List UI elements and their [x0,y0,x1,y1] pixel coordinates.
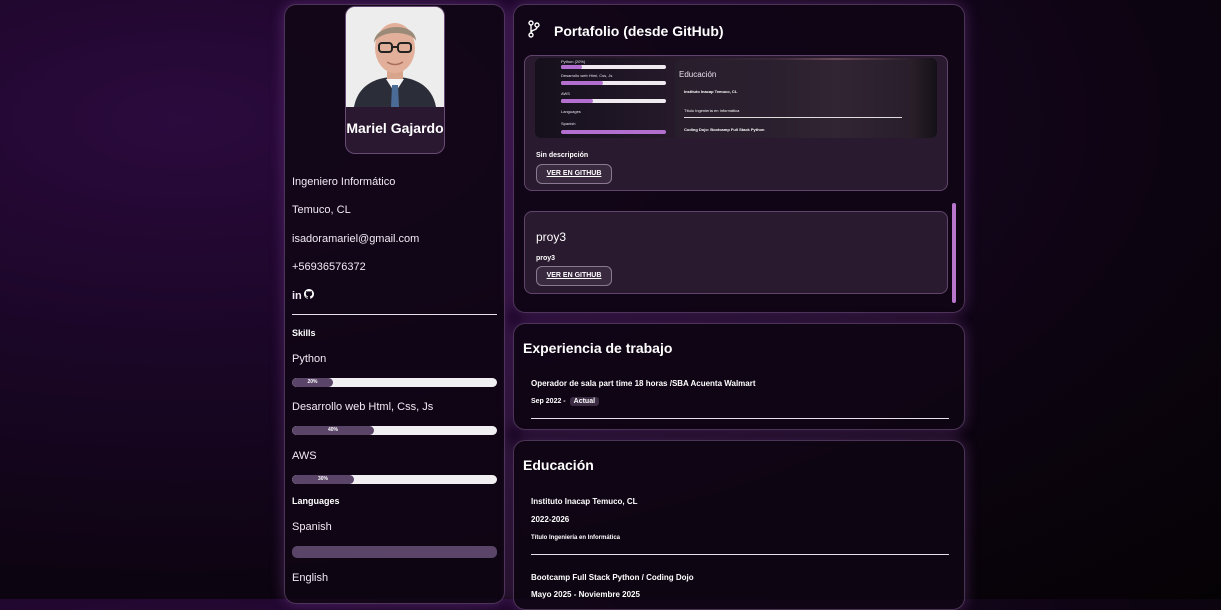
experience-period: Sep 2022 - Actual [531,397,600,406]
portfolio-section: Portafolio (desde GitHub) Python (20%) D… [513,4,965,313]
languages-label: Languages [292,496,340,506]
experience-title: Experiencia de trabajo [523,340,673,356]
profile-card: Mariel Gajardo [345,6,445,154]
language-name: Spanish [292,521,332,533]
profile-sidebar: Mariel Gajardo Ingeniero Informático Tem… [284,4,505,604]
github-icon[interactable] [303,289,314,302]
skill-bar: 20% [292,378,497,387]
preview-edu-item: Instituto Inacap Temuco, CL [684,89,738,94]
education-institution: Instituto Inacap Temuco, CL [531,497,638,506]
portfolio-scrollbar[interactable] [952,203,956,303]
experience-period-text: Sep 2022 - [531,398,566,405]
linkedin-icon[interactable]: in [292,290,302,302]
experience-role: Operador de sala part time 18 horas /SBA… [531,379,756,388]
language-bar [292,546,497,558]
skill-percent: 20% [307,379,318,385]
preview-skill: Python (20%) [561,59,586,64]
skill-percent: 40% [327,427,338,433]
preview-edu-title: Educación [679,70,717,79]
project-description: proy3 [536,255,556,262]
education-institution: Bootcamp Full Stack Python / Coding Dojo [531,573,694,582]
experience-section: Experiencia de trabajo Operador de sala … [513,323,965,430]
view-on-github-button[interactable]: VER EN GITHUB [536,164,612,184]
preview-language: Spanish [561,121,576,126]
project-description: Sin descripción [536,152,589,159]
education-section: Educación Instituto Inacap Temuco, CL 20… [513,440,965,610]
preview-education-card: Educación Instituto Inacap Temuco, CL Tí… [675,60,910,138]
view-on-github-button[interactable]: VER EN GITHUB [536,266,612,286]
education-title: Educación [523,457,594,473]
git-branch-icon [528,20,540,43]
skills-label: Skills [292,328,316,338]
profile-name: Mariel Gajardo [346,120,444,136]
preview-bar [561,99,666,103]
preview-edu-degree: Título Ingeniería en Informática [684,108,740,113]
skill-percent: 30% [317,476,328,482]
skill-name: Desarrollo web Html, Css, Js [292,401,434,413]
profile-phone[interactable]: +56936576372 [292,261,366,273]
project-card: Python (20%) Desarrollo web Html, Css, J… [524,55,948,191]
preview-bootcamp: Coding Dojo: Bootcamp Full Stack Python [684,127,765,132]
education-period: 2022-2026 [531,515,570,524]
preview-languages-label: Languages [561,109,581,114]
skill-name: Python [292,353,327,365]
project-card: proy3 proy3 VER EN GITHUB [524,211,948,294]
sidebar-divider [292,314,497,315]
portfolio-title: Portafolio (desde GitHub) [554,23,724,39]
education-divider [531,554,949,555]
profile-location: Temuco, CL [292,204,351,216]
preview-bar [561,130,666,134]
preview-skill: Desarrollo web Html, Css, Js [561,73,613,78]
experience-divider [531,418,949,419]
profile-email[interactable]: isadoramariel@gmail.com [292,233,419,245]
skill-bar: 40% [292,426,497,435]
project-name: proy3 [536,230,567,244]
social-links: in [292,289,314,302]
preview-skill: AWS [561,91,570,96]
education-period: Mayo 2025 - Noviembre 2025 [531,590,640,599]
language-name: English [292,572,329,584]
education-degree: Título Ingeniería en Informática [531,535,621,541]
profile-photo [346,7,444,107]
skill-bar: 30% [292,475,497,484]
skill-name: AWS [292,450,317,462]
profile-title: Ingeniero Informático [292,176,396,188]
status-badge: Actual [569,397,600,406]
preview-bar [561,65,666,69]
project-preview-image: Python (20%) Desarrollo web Html, Css, J… [535,58,937,138]
preview-bar [561,81,666,85]
